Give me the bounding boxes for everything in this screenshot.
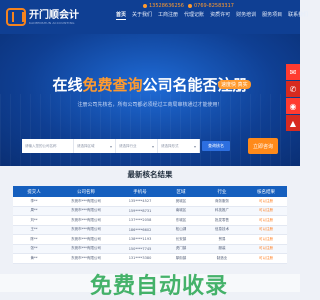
table-cell: 131****3380 bbox=[128, 256, 152, 261]
logo-title: 开门顺会计 bbox=[29, 9, 79, 21]
table-cell: 186****6602 bbox=[128, 227, 152, 232]
nav-item-home[interactable]: 首页 bbox=[116, 11, 127, 20]
table-cell: 周** bbox=[30, 208, 38, 213]
table-cell: 张** bbox=[30, 246, 38, 251]
table-cell: 服装 bbox=[218, 246, 226, 251]
table-cell: 东莞市***有限公司 bbox=[71, 227, 101, 232]
results-table: 提交人 公司名称 手机号 区域 行业 核名结果 李** 东莞市***有限公司 1… bbox=[13, 186, 287, 264]
column-header: 公司名称 bbox=[77, 189, 95, 195]
column-header: 提交人 bbox=[27, 189, 41, 195]
top-icon[interactable]: ▲ bbox=[286, 115, 300, 131]
column-header: 手机号 bbox=[133, 189, 147, 195]
table-body: 李** 东莞市***有限公司 135****4527 莞城区 商务服务 可以注册… bbox=[13, 197, 287, 264]
table-row: 周** 东莞市***有限公司 159****8731 南城区 科技推广 可以注册 bbox=[13, 206, 287, 216]
table-cell: 科技推广 bbox=[215, 208, 229, 213]
table-row: 李** 东莞市***有限公司 135****4527 莞城区 商务服务 可以注册 bbox=[13, 197, 287, 207]
results-title: 最新核名结果 bbox=[127, 170, 173, 179]
nav-item-contact[interactable]: 联系我们 bbox=[288, 11, 308, 20]
phone-icon bbox=[143, 4, 147, 8]
table-cell: 商务服务 bbox=[215, 198, 229, 203]
table-row: 黄** 东莞市***有限公司 131****3380 厚街镇 制造业 可以注册 bbox=[13, 254, 287, 264]
hero-banner: 在线免费查询公司名能否注册 速度快 真实 注册公司先核名，所有公司都必须经过工商… bbox=[0, 34, 300, 166]
hero-subtitle: 注册公司先核名，所有公司都必须经过工商局审核通过才能使用！ bbox=[77, 102, 223, 108]
table-cell: 135****4527 bbox=[128, 199, 152, 204]
logo-subtitle: KAIMENSHUN ACCOUNTING bbox=[29, 20, 75, 25]
status-badge: 可以注册 bbox=[259, 236, 273, 241]
status-badge: 可以注册 bbox=[259, 198, 273, 203]
table-cell: 137****2058 bbox=[128, 218, 152, 223]
table-cell: 138****1193 bbox=[128, 237, 152, 242]
table-cell: 东莞市***有限公司 bbox=[71, 208, 101, 213]
consult-button[interactable]: 立即咨询 bbox=[248, 138, 278, 154]
table-row: 陈** 东莞市***有限公司 138****1193 长安镇 贸易 可以注册 bbox=[13, 235, 287, 245]
table-cell: 东莞市***有限公司 bbox=[71, 255, 101, 260]
table-cell: 批发零售 bbox=[215, 217, 229, 222]
table-cell: 东莞市***有限公司 bbox=[71, 236, 101, 241]
status-badge: 可以注册 bbox=[259, 255, 273, 260]
logo-icon bbox=[6, 8, 26, 26]
table-cell: 厚街镇 bbox=[175, 255, 187, 260]
column-header: 行业 bbox=[217, 189, 227, 195]
results-section-header: 最新核名结果 bbox=[0, 162, 300, 182]
status-badge: 可以注册 bbox=[259, 227, 273, 232]
column-header: 区域 bbox=[176, 189, 186, 195]
table-cell: 贸易 bbox=[218, 236, 226, 241]
hero-badge: 速度快 真实 bbox=[218, 80, 251, 89]
table-cell: 松山湖 bbox=[175, 227, 187, 232]
table-row: 刘** 东莞市***有限公司 137****2058 东城区 批发零售 可以注册 bbox=[13, 216, 287, 226]
table-cell: 150****7745 bbox=[128, 246, 152, 251]
contact-tel: 0769-82583317 bbox=[194, 3, 234, 9]
table-cell: 东莞市***有限公司 bbox=[71, 198, 101, 203]
table-cell: 长安镇 bbox=[175, 236, 187, 241]
nav-item-training[interactable]: 财务培训 bbox=[236, 11, 256, 20]
table-cell: 东莞市***有限公司 bbox=[71, 217, 101, 222]
name-check-form: 请输入您的公司名称 请选择区域 请选择行业 请选择形式 查询核名 bbox=[22, 139, 274, 153]
table-cell: 东莞市***有限公司 bbox=[71, 246, 101, 251]
table-cell: 李** bbox=[30, 198, 38, 203]
table-header: 提交人 公司名称 手机号 区域 行业 核名结果 bbox=[13, 186, 287, 197]
nav-item-bookkeeping[interactable]: 代理记账 bbox=[184, 11, 204, 20]
industry-select[interactable]: 请选择行业 bbox=[116, 139, 158, 153]
company-name-input[interactable]: 请输入您的公司名称 bbox=[22, 139, 74, 153]
region-select[interactable]: 请选择区域 bbox=[74, 139, 116, 153]
table-cell: 王** bbox=[30, 227, 38, 232]
nav-item-about[interactable]: 关于我们 bbox=[132, 11, 152, 20]
table-cell: 陈** bbox=[30, 236, 38, 241]
table-cell: 南城区 bbox=[175, 208, 187, 213]
phone-icon[interactable]: ✆ bbox=[286, 81, 300, 97]
contact-info: 13528636256 0769-82583317 bbox=[141, 3, 234, 9]
contact-phone: 13528636256 bbox=[149, 3, 184, 9]
nav-item-licensing[interactable]: 资质许可 bbox=[210, 11, 230, 20]
nav-item-registration[interactable]: 工商注册 bbox=[158, 11, 178, 20]
table-cell: 制造业 bbox=[216, 255, 228, 260]
watermark-text: 免费自动收录 bbox=[90, 274, 229, 299]
status-badge: 可以注册 bbox=[259, 208, 273, 213]
type-select[interactable]: 请选择形式 bbox=[158, 139, 200, 153]
table-cell: 159****8731 bbox=[128, 208, 152, 213]
watermark-backdrop bbox=[0, 274, 300, 292]
table-cell: 莞城区 bbox=[175, 198, 187, 203]
hero-title-highlight: 免费查询 bbox=[82, 76, 143, 94]
status-badge: 可以注册 bbox=[259, 246, 273, 251]
hero-title-prefix: 在线 bbox=[52, 76, 83, 94]
watermark-banner: 免费自动收录 bbox=[0, 263, 300, 300]
wechat-icon[interactable]: ◉ bbox=[286, 98, 300, 114]
table-cell: 刘** bbox=[30, 217, 38, 222]
status-badge: 可以注册 bbox=[259, 217, 273, 222]
site-header: 开门顺会计 KAIMENSHUN ACCOUNTING 13528636256 … bbox=[0, 0, 308, 34]
nav-item-services[interactable]: 服务项目 bbox=[262, 11, 282, 20]
table-cell: 黄** bbox=[30, 255, 38, 260]
main-nav: 首页 关于我们 工商注册 代理记账 资质许可 财务培训 服务项目 联系我们 bbox=[116, 11, 314, 20]
table-cell: 信息技术 bbox=[215, 227, 229, 232]
site-logo[interactable]: 开门顺会计 KAIMENSHUN ACCOUNTING bbox=[6, 6, 90, 28]
column-header: 核名结果 bbox=[257, 189, 275, 195]
qq-icon[interactable]: ✉ bbox=[286, 64, 300, 80]
search-button[interactable]: 查询核名 bbox=[202, 141, 230, 151]
table-cell: 虎门镇 bbox=[175, 246, 187, 251]
table-row: 张** 东莞市***有限公司 150****7745 虎门镇 服装 可以注册 bbox=[13, 244, 287, 254]
table-row: 王** 东莞市***有限公司 186****6602 松山湖 信息技术 可以注册 bbox=[13, 225, 287, 235]
table-cell: 东城区 bbox=[175, 217, 187, 222]
floating-sidebar: ✉ ✆ ◉ ▲ bbox=[286, 64, 300, 132]
tel-icon bbox=[188, 4, 192, 8]
